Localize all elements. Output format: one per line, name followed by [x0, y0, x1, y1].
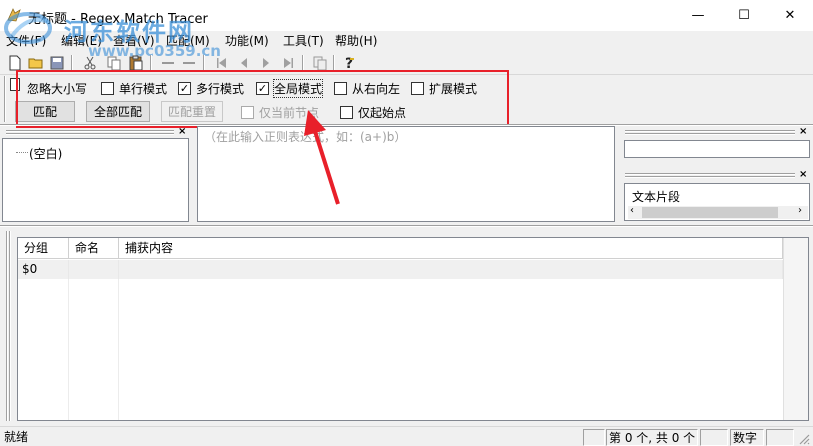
text-fragment-box: 文本片段 ‹ ›: [624, 183, 810, 221]
cell-capture: [119, 260, 783, 279]
highlight-rectangle: [16, 70, 509, 128]
status-empty-pane: [700, 429, 728, 446]
tree-view[interactable]: (空白): [2, 138, 189, 222]
right-top-panel-header: ×: [621, 127, 811, 138]
table-row[interactable]: $0: [18, 260, 783, 279]
panel-grip: [625, 130, 795, 132]
tree-panel-header: ×: [2, 127, 189, 138]
toolbar-separator: [203, 55, 205, 71]
column-line: [118, 279, 119, 420]
column-header-name[interactable]: 命名: [69, 238, 119, 259]
panel-grip: [6, 133, 174, 135]
column-line: [68, 279, 69, 420]
panel-grip: [625, 176, 795, 178]
red-arrow: [304, 110, 340, 205]
panel-grip: [6, 130, 174, 132]
horizontal-scrollbar[interactable]: ‹ ›: [628, 205, 808, 219]
scrollbar-thumb[interactable]: [642, 207, 778, 218]
status-num: 数字: [730, 429, 764, 446]
menu-help[interactable]: 帮助(H): [335, 33, 377, 49]
scroll-left-icon[interactable]: ‹: [630, 205, 634, 216]
toolbar-separator: [302, 55, 304, 71]
column-header-group[interactable]: 分组: [18, 238, 69, 259]
cell-group: $0: [18, 260, 69, 279]
text-fragment-label: 文本片段: [632, 190, 681, 204]
status-position: 第 0 个, 共 0 个: [606, 429, 698, 446]
vertical-scrollbar[interactable]: [783, 238, 808, 420]
right-bottom-panel-header: ×: [621, 170, 811, 181]
grid-side-grip: [4, 231, 14, 421]
status-bar: 就绪 第 0 个, 共 0 个 数字: [0, 426, 813, 446]
right-top-input[interactable]: [624, 140, 810, 158]
maximize-button[interactable]: ☐: [721, 0, 767, 31]
divider: [0, 225, 813, 227]
status-ready: 就绪: [4, 430, 29, 444]
right-top-close-icon[interactable]: ×: [799, 127, 807, 137]
toolbar-separator: [333, 55, 335, 71]
panel-grip: [4, 76, 6, 122]
toolbar-separator: [71, 55, 73, 71]
close-button[interactable]: ✕: [767, 0, 813, 31]
column-header-capture[interactable]: 捕获内容: [119, 238, 783, 259]
cell-name: [69, 260, 119, 279]
status-empty-pane: [583, 429, 605, 446]
panel-grip: [625, 133, 795, 135]
panel-grip: [625, 173, 795, 175]
tree-panel-close-icon[interactable]: ×: [178, 127, 186, 137]
tree-connector: [16, 152, 28, 153]
menu-function[interactable]: 功能(M): [225, 33, 269, 49]
regex-editor[interactable]: （在此输入正则表达式，如：(a+)b）: [197, 126, 615, 222]
menu-tools[interactable]: 工具(T): [283, 33, 324, 49]
minimize-button[interactable]: —: [675, 0, 721, 31]
panel-grip: [9, 231, 11, 421]
right-bottom-close-icon[interactable]: ×: [799, 170, 807, 180]
scroll-right-icon[interactable]: ›: [798, 205, 802, 216]
results-grid[interactable]: 分组 命名 捕获内容 $0: [17, 237, 809, 421]
toolbar-separator: [150, 55, 152, 71]
panel-grip: [6, 231, 8, 421]
resize-grip-icon[interactable]: [797, 432, 810, 445]
status-empty-pane: [766, 429, 794, 446]
tree-item-empty[interactable]: (空白): [29, 145, 62, 162]
watermark-logo: [4, 12, 52, 44]
